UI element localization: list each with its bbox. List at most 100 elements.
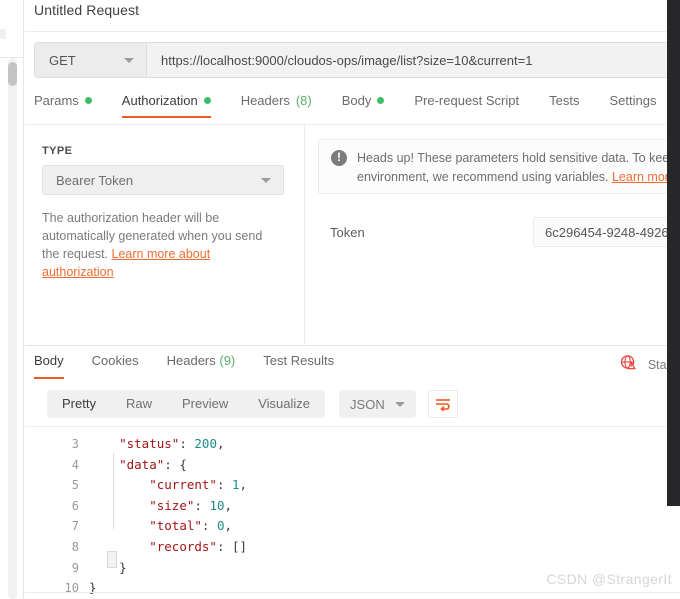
response-tab-label: Test Results	[263, 353, 335, 368]
code-token: :	[179, 436, 195, 451]
code-line: 6 "size": 10,	[25, 496, 247, 517]
view-mode-preview[interactable]: Preview	[167, 390, 243, 418]
chevron-down-icon	[124, 57, 134, 63]
line-number: 9	[71, 560, 79, 575]
code-line: 5 "current": 1,	[25, 475, 247, 496]
code-line: 9 }	[25, 558, 247, 579]
chevron-down-icon	[261, 177, 271, 183]
code-line-text: "total": 0,	[89, 516, 232, 536]
auth-type-value: Bearer Token	[56, 172, 134, 188]
vertical-scrollbar-thumb[interactable]	[8, 62, 17, 86]
title-divider	[25, 31, 680, 32]
code-token: ,	[224, 518, 233, 534]
code-token: :	[201, 518, 217, 534]
response-tab-headers[interactable]: Headers (9)	[153, 353, 250, 379]
response-tab-label: Cookies	[91, 353, 139, 368]
code-token: : []	[216, 538, 248, 554]
request-tab-count: (8)	[295, 93, 312, 108]
rail-stub	[0, 29, 6, 39]
request-tabs: Params Authorization Headers (8) Body Pre-req…	[34, 93, 671, 124]
code-token: :	[194, 497, 210, 513]
response-pane: Body Cookies Headers (9) Test Results Statu…	[25, 346, 680, 599]
token-input[interactable]: 6c296454-9248-4926	[533, 217, 680, 247]
wrap-lines-button[interactable]	[427, 390, 458, 418]
response-tab-count: (9)	[219, 353, 236, 368]
heads-up-text: Heads up! These parameters hold sensitiv…	[357, 149, 676, 193]
code-line: 7 "total": 0,	[25, 516, 247, 537]
view-mode-group: Pretty Raw Preview Visualize	[47, 390, 326, 418]
response-tab-test-results[interactable]: Test Results	[249, 353, 348, 379]
view-mode-pretty[interactable]: Pretty	[47, 390, 111, 418]
request-tab-settings[interactable]: Settings	[594, 93, 671, 118]
code-divider	[25, 426, 680, 427]
code-token: ,	[216, 436, 225, 451]
code-token: "status"	[119, 436, 180, 451]
request-tab-label: Settings	[609, 93, 657, 108]
code-token: 0	[216, 518, 225, 534]
code-line-text: }	[89, 578, 97, 598]
heads-up-line-2: environment, we recommend using variable…	[357, 168, 676, 187]
request-tab-body[interactable]: Body	[327, 93, 400, 118]
code-line-text: "status": 200,	[89, 434, 225, 454]
code-token: "records"	[149, 538, 217, 554]
code-line: 8 "records": []	[25, 537, 247, 558]
code-token: }	[119, 559, 127, 575]
code-token: 200	[194, 436, 217, 451]
line-number: 7	[71, 519, 79, 534]
request-tab-params[interactable]: Params	[34, 93, 107, 118]
method-dropdown[interactable]: GET	[34, 42, 147, 78]
url-text: https://localhost:9000/cloudos-ops/image…	[161, 52, 533, 68]
authorization-detail-panel: ! Heads up! These parameters hold sensit…	[306, 125, 680, 345]
watermark: CSDN @StrangerIt	[546, 571, 672, 587]
line-number: 8	[71, 539, 79, 554]
format-dropdown[interactable]: JSON	[339, 390, 416, 418]
response-tab-label: Headers	[166, 353, 216, 368]
view-mode-visualize[interactable]: Visualize	[243, 390, 325, 418]
response-tabs: Body Cookies Headers (9) Test Results	[34, 353, 348, 379]
auth-type-dropdown[interactable]: Bearer Token	[42, 165, 284, 195]
heads-up-line-1: Heads up! These parameters hold sensitiv…	[357, 151, 677, 165]
line-number: 6	[71, 498, 79, 513]
authorization-type-panel: TYPE Bearer Token The authorization head…	[25, 125, 305, 345]
vertical-scrollbar-track[interactable]	[8, 58, 17, 599]
authorization-note: The authorization header will be automat…	[42, 209, 274, 281]
warning-icon: !	[331, 150, 347, 166]
learn-more-variables-link[interactable]: Learn mor	[612, 170, 669, 184]
request-tab-authorization[interactable]: Authorization	[107, 93, 226, 118]
heads-up-banner: ! Heads up! These parameters hold sensit…	[318, 139, 680, 194]
code-token: ,	[224, 497, 233, 513]
code-token: "data"	[119, 456, 165, 472]
url-row: GET https://localhost:9000/cloudos-ops/i…	[34, 42, 680, 78]
token-value: 6c296454-9248-4926	[545, 224, 669, 240]
line-number: 5	[71, 478, 79, 493]
left-rail	[0, 0, 24, 599]
code-lines: 3 "status": 200, 4 "data": {5 "current": …	[25, 434, 248, 599]
code-token: : {	[164, 456, 187, 472]
url-input[interactable]: https://localhost:9000/cloudos-ops/image…	[147, 42, 680, 78]
request-tab-label: Body	[341, 93, 372, 108]
globe-warning-icon	[620, 354, 637, 376]
heads-up-line-2-text: environment, we recommend using variable…	[357, 170, 612, 184]
response-tab-cookies[interactable]: Cookies	[78, 353, 153, 379]
request-tab-label: Authorization	[121, 93, 198, 108]
code-token: 1	[232, 477, 240, 493]
format-label: JSON	[350, 396, 385, 412]
request-tab-label: Pre-request Script	[414, 93, 520, 108]
request-tab-headers[interactable]: Headers (8)	[226, 93, 327, 118]
code-line: 4 "data": {	[25, 455, 247, 476]
line-number: 4	[71, 457, 79, 472]
token-row: Token 6c296454-9248-4926	[318, 215, 680, 249]
request-tab-label: Tests	[549, 93, 580, 108]
code-token: :	[216, 477, 233, 493]
code-line: 10}	[25, 578, 247, 599]
code-line-text: "size": 10,	[89, 496, 232, 516]
modified-dot-icon	[203, 97, 211, 104]
chevron-down-icon	[394, 401, 405, 407]
line-number: 3	[71, 437, 79, 451]
request-tab-pre-request-script[interactable]: Pre-request Script	[399, 93, 534, 118]
occluded-region	[667, 0, 680, 506]
request-tab-tests[interactable]: Tests	[534, 93, 594, 118]
response-tab-body[interactable]: Body	[34, 353, 78, 379]
view-mode-raw[interactable]: Raw	[111, 390, 167, 418]
code-token: "size"	[149, 497, 195, 513]
